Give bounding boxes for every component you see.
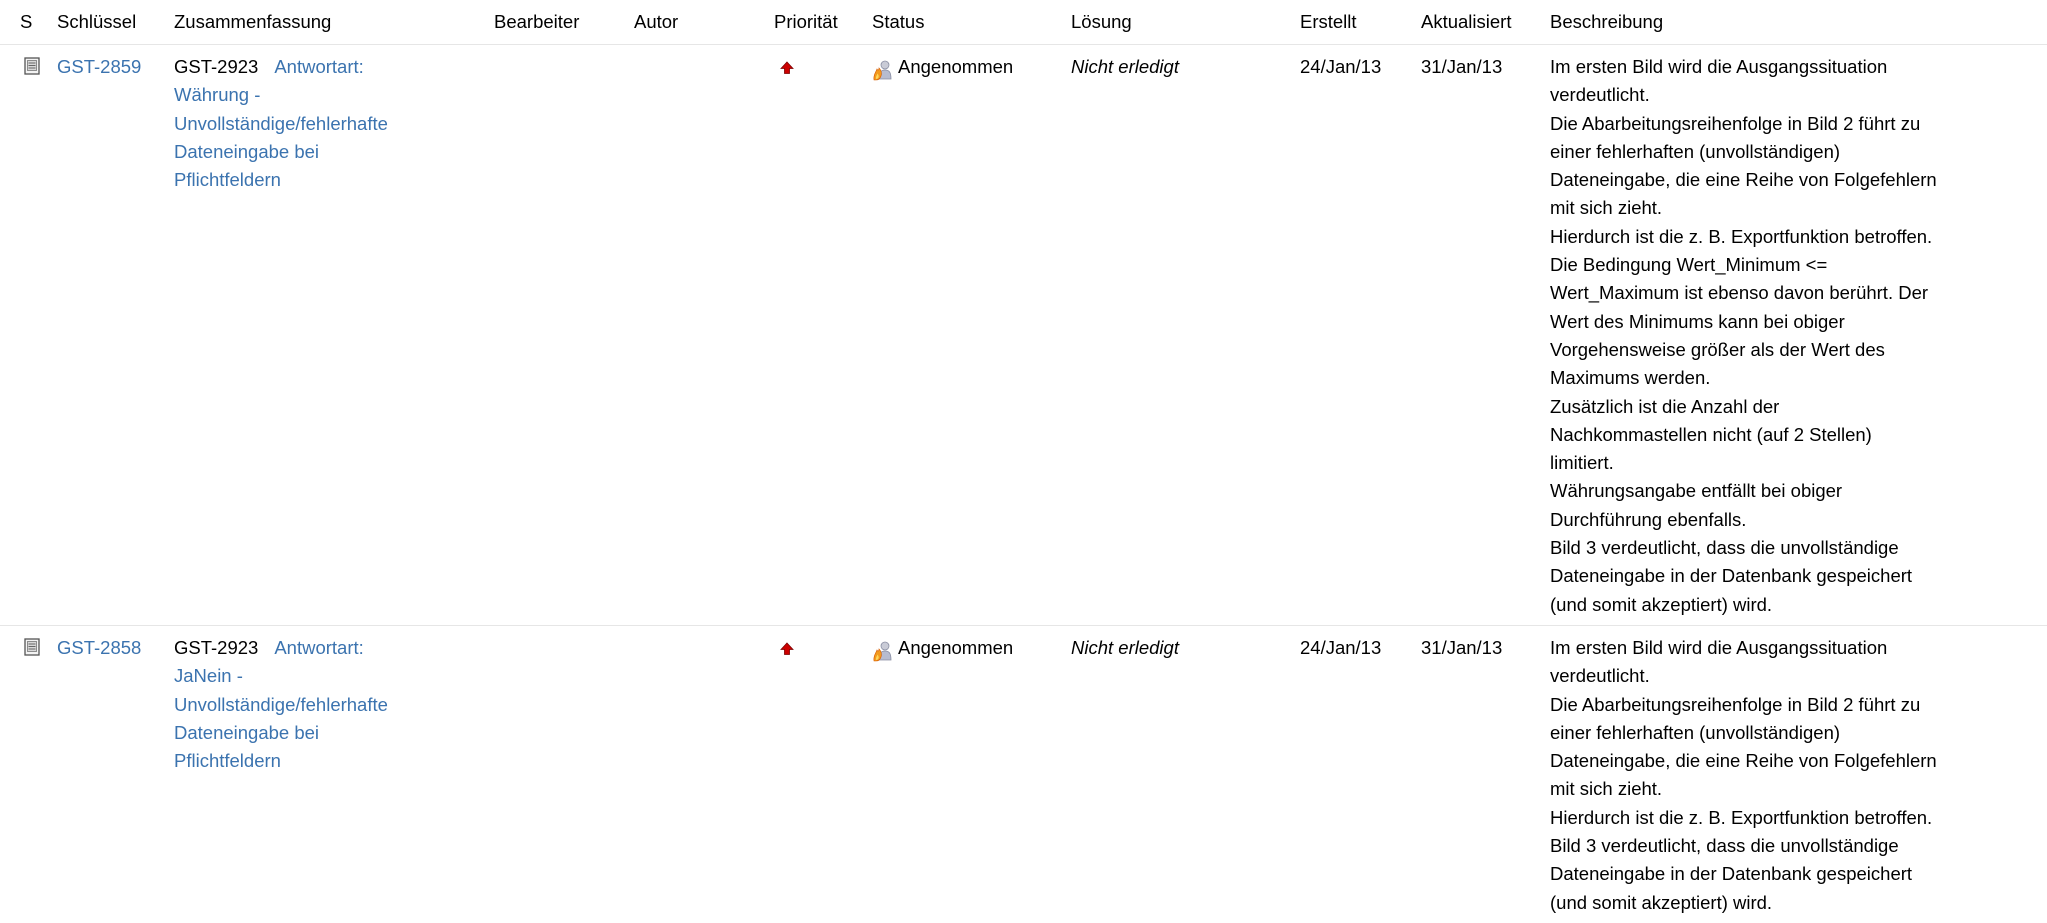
priority-up-arrow-icon: [780, 55, 794, 74]
reporter-cell: [631, 44, 771, 626]
table-row: GST-2858 GST-2923 Antwortart: JaNein - Unvo…: [0, 624, 2047, 923]
description-line: einer fehlerhaften (unvollständigen): [1550, 721, 1841, 743]
issue-table: S Schlüssel Zusammenfassung Bearbeiter A…: [0, 0, 2047, 923]
description-line: Vorgehensweise größer als der Wert des: [1550, 338, 1885, 360]
assignee-cell: [491, 44, 631, 626]
parent-issue-key[interactable]: GST-2923: [174, 637, 258, 658]
status-cell: Angenommen: [869, 624, 1068, 923]
issue-key-link[interactable]: GST-2858: [57, 637, 141, 658]
column-header-summary[interactable]: Zusammenfassung: [171, 0, 491, 45]
created-date: 24/Jan/13: [1297, 624, 1418, 923]
description-line: Die Bedingung Wert_Minimum <=: [1550, 254, 1828, 276]
status-label: Angenommen: [898, 636, 1014, 658]
assignee-cell: [491, 624, 631, 923]
issue-key-cell: GST-2858: [54, 624, 171, 923]
description-line: Nachkommastellen nicht (auf 2 Stellen): [1550, 423, 1872, 445]
column-header-description[interactable]: Beschreibung: [1547, 0, 2047, 45]
resolution-cell: Nicht erledigt: [1068, 44, 1297, 626]
issue-key-link[interactable]: GST-2859: [57, 56, 141, 77]
description-line: Dateneingabe in der Datenbank gespeicher…: [1550, 863, 1913, 885]
description-line: Dateneingabe, die eine Reihe von Folgefe…: [1550, 169, 1937, 191]
description-line: Die Abarbeitungsreihenfolge in Bild 2 fü…: [1550, 112, 1921, 134]
description-line: Wert_Maximum ist ebenso davon berührt. D…: [1550, 282, 1929, 304]
description-line: mit sich zieht.: [1550, 197, 1663, 219]
description-line: Maximums werden.: [1550, 367, 1711, 389]
table-body: GST-2859 GST-2923 Antwortart: Währung - Unv…: [0, 44, 2047, 923]
column-header-reporter[interactable]: Autor: [631, 0, 771, 45]
description-line: Bild 3 verdeutlicht, dass die unvollstän…: [1550, 537, 1899, 559]
description-line: Bild 3 verdeutlicht, dass die unvollstän…: [1550, 835, 1899, 857]
column-header-status[interactable]: Status: [869, 0, 1068, 45]
description-line: Im ersten Bild wird die Ausgangssituatio…: [1550, 636, 1888, 658]
summary-cell: GST-2923 Antwortart: JaNein - Unvollständig…: [171, 624, 491, 923]
description-line: limitiert.: [1550, 452, 1614, 474]
updated-date: 31/Jan/13: [1418, 624, 1547, 923]
accepted-status-icon: [872, 640, 894, 662]
description-line: (und somit akzeptiert) wird.: [1550, 593, 1773, 615]
summary-cell: GST-2923 Antwortart: Währung - Unvollständi…: [171, 44, 491, 626]
created-date: 24/Jan/13: [1297, 44, 1418, 626]
description-cell: Im ersten Bild wird die Ausgangssituatio…: [1547, 44, 2047, 626]
table-row: GST-2859 GST-2923 Antwortart: Währung - Unv…: [0, 44, 2047, 626]
updated-date: 31/Jan/13: [1418, 44, 1547, 626]
description-line: Im ersten Bild wird die Ausgangssituatio…: [1550, 56, 1888, 77]
column-header-priority[interactable]: Priorität: [771, 0, 869, 45]
description-line: Die Abarbeitungsreihenfolge in Bild 2 fü…: [1550, 693, 1921, 715]
accepted-status-icon: [872, 59, 894, 81]
column-header-assignee[interactable]: Bearbeiter: [491, 0, 631, 45]
document-icon[interactable]: [24, 638, 40, 656]
priority-cell: [771, 44, 869, 626]
priority-up-arrow-icon: [780, 636, 794, 655]
description-line: Wert des Minimums kann bei obiger: [1550, 310, 1845, 332]
description-line: Zusätzlich ist die Anzahl der: [1550, 395, 1780, 417]
issue-key-cell: GST-2859: [54, 44, 171, 626]
description-line: Währungsangabe entfällt bei obiger: [1550, 480, 1843, 502]
resolution-label: Nicht erledigt: [1071, 56, 1179, 77]
column-header-type[interactable]: S: [0, 0, 54, 45]
resolution-cell: Nicht erledigt: [1068, 624, 1297, 923]
issue-type-cell: [0, 624, 54, 923]
description-line: Dateneingabe in der Datenbank gespeicher…: [1550, 565, 1913, 587]
column-header-resolution[interactable]: Lösung: [1068, 0, 1297, 45]
priority-cell: [771, 624, 869, 923]
table-header: S Schlüssel Zusammenfassung Bearbeiter A…: [0, 0, 2047, 45]
document-icon[interactable]: [24, 57, 40, 75]
description-line: mit sich zieht.: [1550, 778, 1663, 800]
description-line: Dateneingabe, die eine Reihe von Folgefe…: [1550, 750, 1937, 772]
description-line: verdeutlicht.: [1550, 665, 1650, 687]
reporter-cell: [631, 624, 771, 923]
description-cell: Im ersten Bild wird die Ausgangssituatio…: [1547, 624, 2047, 923]
column-header-key[interactable]: Schlüssel: [54, 0, 171, 45]
resolution-label: Nicht erledigt: [1071, 636, 1179, 658]
parent-issue-key[interactable]: GST-2923: [174, 56, 258, 77]
issue-type-cell: [0, 44, 54, 626]
status-cell: Angenommen: [869, 44, 1068, 626]
description-line: einer fehlerhaften (unvollständigen): [1550, 140, 1841, 162]
description-line: Hierdurch ist die z. B. Exportfunktion b…: [1550, 225, 1933, 247]
description-line: Durchführung ebenfalls.: [1550, 508, 1747, 530]
column-header-updated[interactable]: Aktualisiert: [1418, 0, 1547, 45]
description-line: Hierdurch ist die z. B. Exportfunktion b…: [1550, 806, 1933, 828]
description-line: verdeutlicht.: [1550, 84, 1650, 106]
column-header-created[interactable]: Erstellt: [1297, 0, 1418, 45]
status-label: Angenommen: [898, 56, 1014, 77]
